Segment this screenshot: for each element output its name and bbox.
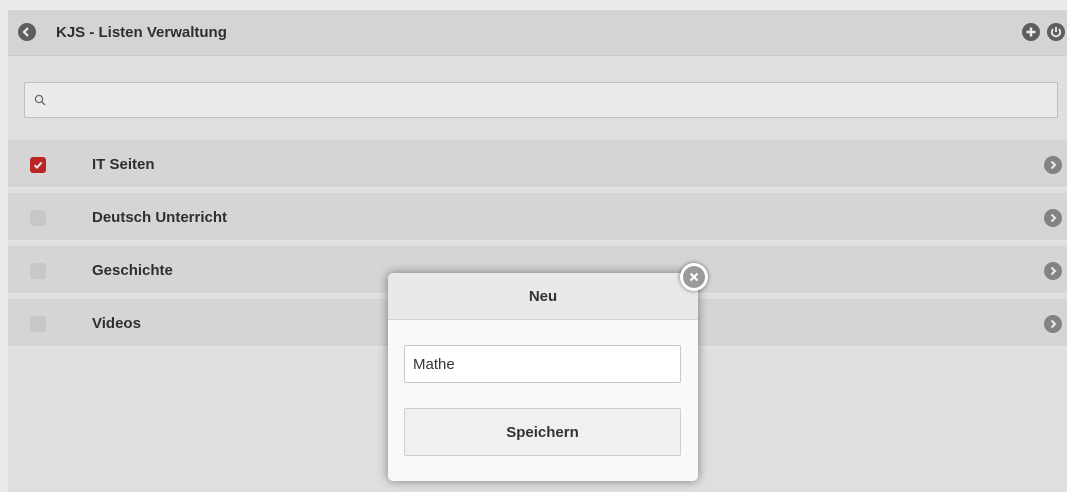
list-name-input[interactable]	[404, 345, 681, 383]
save-button[interactable]: Speichern	[404, 408, 681, 456]
dialog-header: Neu	[388, 273, 698, 320]
close-dialog-button[interactable]	[680, 263, 708, 291]
dialog-title: Neu	[528, 288, 558, 305]
close-icon	[683, 266, 705, 288]
new-list-dialog: Neu Speichern	[388, 273, 698, 481]
